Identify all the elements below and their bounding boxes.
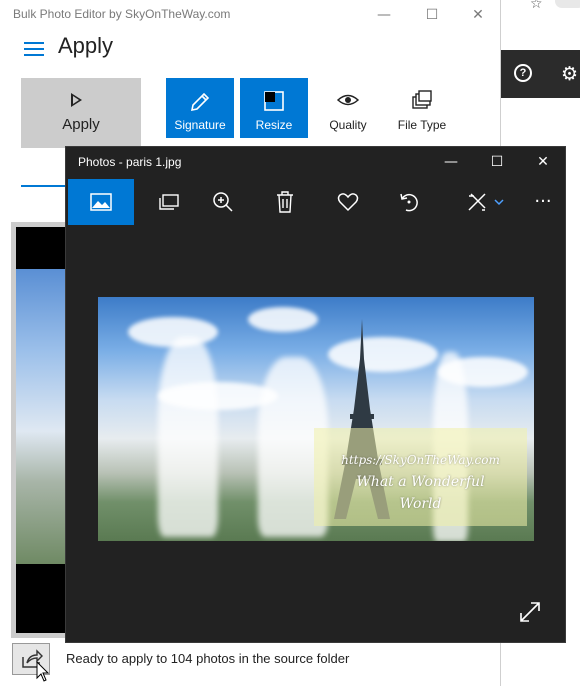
slideshow-icon — [159, 194, 179, 210]
file-type-icon — [412, 90, 432, 109]
file-type-button[interactable]: File Type — [392, 78, 452, 138]
watermark-line-3: World — [399, 496, 442, 512]
image-icon — [90, 193, 112, 211]
apply-label: Apply — [62, 116, 100, 133]
photos-window: Photos - paris 1.jpg — ☐ ✕ ··· https://S… — [65, 146, 566, 643]
more-icon[interactable]: ··· — [518, 179, 568, 225]
rotate-button[interactable] — [384, 179, 434, 225]
signature-label: Signature — [174, 118, 226, 132]
maximize-button[interactable]: ☐ — [421, 4, 443, 26]
mouse-cursor-icon — [36, 661, 50, 682]
rotate-icon — [400, 193, 418, 212]
zoom-in-button[interactable] — [198, 179, 248, 225]
edit-button[interactable] — [456, 179, 516, 225]
tab-indicator — [21, 185, 66, 187]
window-title: Bulk Photo Editor by SkyOnTheWay.com — [13, 7, 231, 21]
quality-button[interactable]: Quality — [318, 78, 378, 138]
favorite-icon — [337, 193, 359, 212]
resize-button[interactable]: Resize — [240, 78, 308, 138]
watermark-line-2: What a Wonderful — [356, 474, 485, 490]
edit-icon — [468, 193, 504, 211]
preview-letterbox-top — [16, 227, 67, 269]
photos-maximize-button[interactable]: ☐ — [485, 151, 509, 173]
preview-image[interactable] — [16, 269, 67, 564]
title-bar: Bulk Photo Editor by SkyOnTheWay.com — ☐… — [0, 0, 501, 30]
preview-letterbox-bottom — [16, 564, 67, 633]
eye-icon — [336, 94, 360, 106]
favorite-button[interactable] — [323, 179, 373, 225]
gear-icon[interactable]: ⚙ — [561, 64, 580, 84]
resize-label: Resize — [255, 118, 293, 132]
status-text: Ready to apply to 104 photos in the sour… — [66, 651, 350, 666]
resize-icon — [264, 91, 284, 111]
browser-profile-button[interactable] — [555, 0, 580, 8]
photos-window-title: Photos - paris 1.jpg — [78, 155, 182, 169]
close-button[interactable]: ✕ — [467, 4, 489, 26]
page-title: Apply — [58, 33, 114, 58]
file-type-label: File Type — [397, 118, 447, 132]
pen-icon — [190, 92, 210, 112]
view-image-button[interactable] — [68, 179, 134, 225]
delete-icon — [277, 191, 293, 213]
minimize-button[interactable]: — — [373, 4, 395, 26]
watermark-line-1: https://SkyOnTheWay.com — [341, 453, 500, 467]
delete-button[interactable] — [260, 179, 310, 225]
expand-icon[interactable] — [519, 601, 541, 623]
signature-button[interactable]: Signature — [166, 78, 234, 138]
hamburger-menu-icon[interactable] — [24, 42, 46, 58]
quality-label: Quality — [329, 118, 367, 132]
slideshow-button[interactable] — [144, 179, 194, 225]
photos-close-button[interactable]: ✕ — [531, 151, 555, 173]
main-photo[interactable]: https://SkyOnTheWay.com What a Wonderful… — [98, 297, 534, 541]
apply-button[interactable]: Apply — [21, 78, 141, 148]
zoom-in-icon — [213, 192, 233, 212]
help-icon[interactable]: ? — [514, 64, 532, 82]
star-icon[interactable]: ☆ — [530, 0, 543, 12]
play-icon — [71, 93, 82, 107]
photos-minimize-button[interactable]: — — [439, 151, 463, 173]
